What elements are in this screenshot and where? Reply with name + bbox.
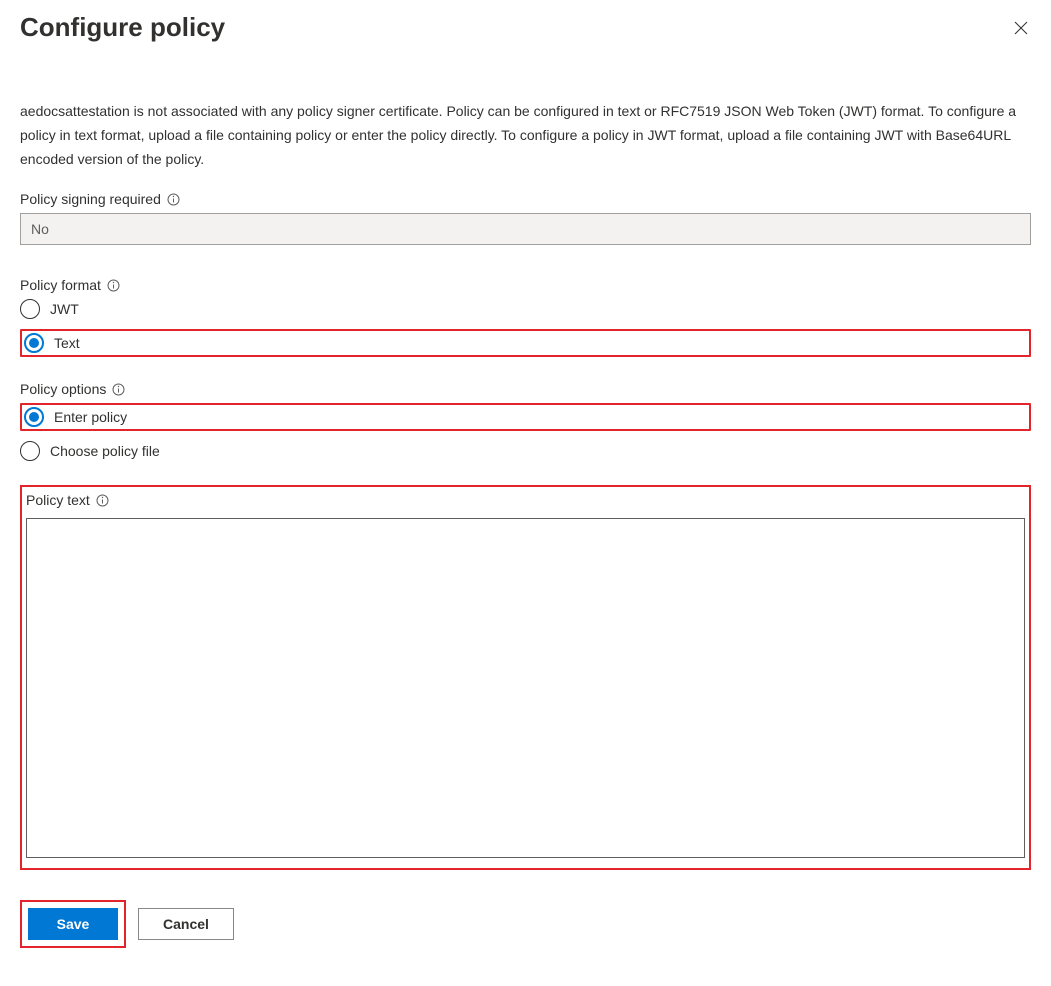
radio-button[interactable] [24, 333, 44, 353]
info-icon[interactable] [96, 494, 109, 507]
radio-text[interactable]: Text [24, 331, 86, 355]
radio-label-enter-policy: Enter policy [54, 409, 127, 425]
button-row: Save Cancel [20, 900, 1031, 948]
radio-button[interactable] [24, 407, 44, 427]
info-icon[interactable] [107, 279, 120, 292]
policy-text-section: Policy text [20, 485, 1031, 870]
cancel-button[interactable]: Cancel [138, 908, 234, 940]
save-button[interactable]: Save [28, 908, 118, 940]
info-icon[interactable] [167, 193, 180, 206]
radio-jwt[interactable]: JWT [20, 299, 1031, 319]
panel-title: Configure policy [20, 12, 225, 43]
radio-button[interactable] [20, 441, 40, 461]
policy-text-label: Policy text [26, 492, 90, 508]
policy-options-field: Policy options Enter policy Choose polic… [20, 381, 1031, 461]
policy-format-label: Policy format [20, 277, 101, 293]
policy-signing-label: Policy signing required [20, 191, 161, 207]
close-icon [1013, 20, 1029, 36]
radio-label-choose-file: Choose policy file [50, 443, 160, 459]
radio-label-text: Text [54, 335, 80, 351]
policy-text-input[interactable] [26, 518, 1025, 858]
info-icon[interactable] [112, 383, 125, 396]
configure-policy-panel: Configure policy aedocsattestation is no… [0, 0, 1051, 968]
radio-button[interactable] [20, 299, 40, 319]
radio-label-jwt: JWT [50, 301, 79, 317]
policy-signing-field: Policy signing required [20, 191, 1031, 245]
radio-enter-policy[interactable]: Enter policy [24, 405, 133, 429]
close-button[interactable] [1011, 18, 1031, 38]
policy-signing-input [20, 213, 1031, 245]
policy-options-label: Policy options [20, 381, 106, 397]
panel-header: Configure policy [20, 12, 1031, 43]
policy-format-field: Policy format JWT Text [20, 277, 1031, 357]
radio-choose-file[interactable]: Choose policy file [20, 441, 1031, 461]
panel-description: aedocsattestation is not associated with… [20, 99, 1031, 171]
